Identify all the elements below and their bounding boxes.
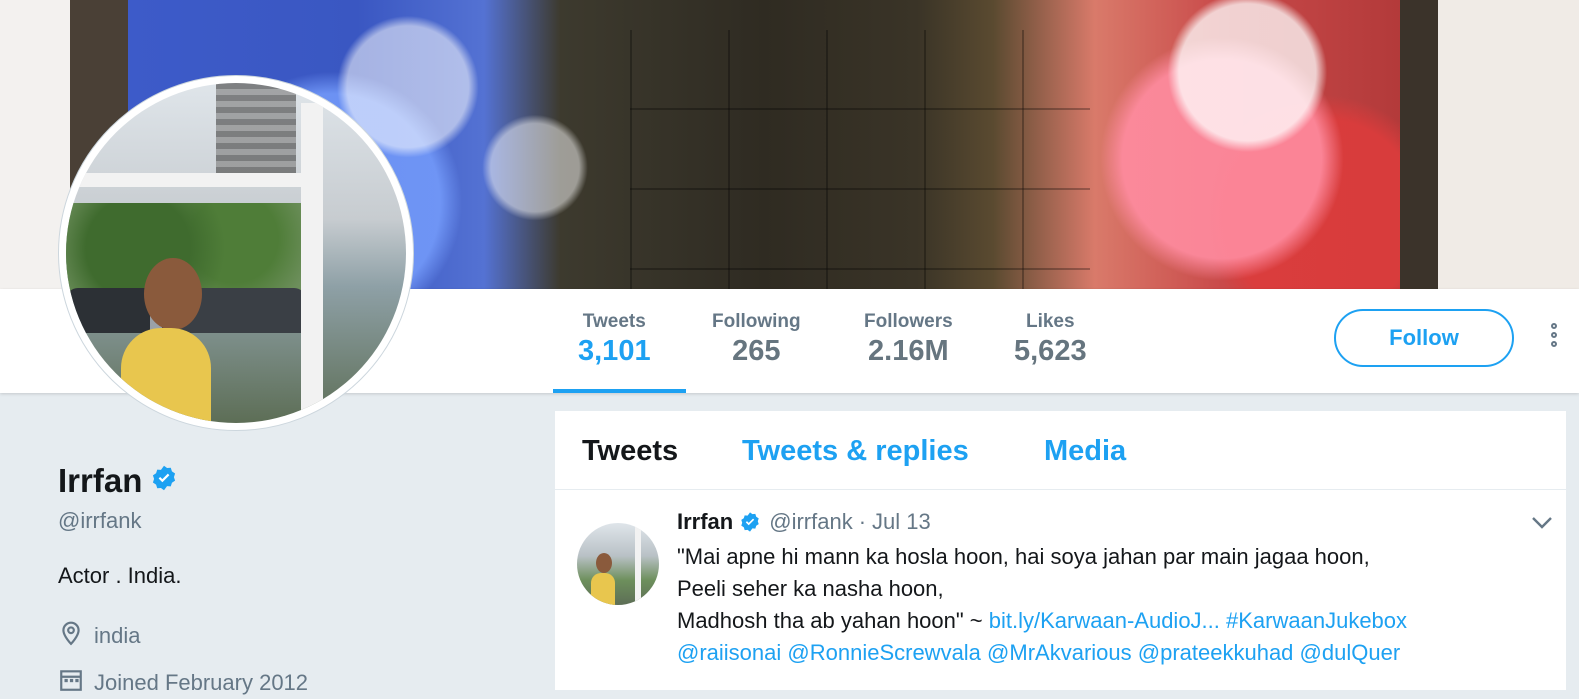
- stat-value: 3,101: [578, 335, 651, 367]
- more-options-icon[interactable]: [1546, 323, 1562, 363]
- stat-tweets[interactable]: Tweets 3,101: [578, 311, 651, 368]
- tweet-timestamp[interactable]: Jul 13: [872, 509, 931, 535]
- timeline-tabs: Tweets Tweets & replies Media: [555, 411, 1566, 490]
- tweet-avatar[interactable]: [577, 523, 659, 605]
- profile-location-row: india: [58, 620, 140, 652]
- tab-tweets[interactable]: Tweets: [582, 435, 678, 468]
- profile-name: Irrfan: [58, 462, 143, 499]
- tweet-mention[interactable]: @prateekkuhad: [1138, 640, 1294, 665]
- stat-label: Tweets: [582, 311, 646, 332]
- tweet-text-line: Madhosh tha ab yahan hoon" ~ bit.ly/Karw…: [677, 605, 1557, 637]
- tweet-separator: ·: [858, 509, 867, 534]
- stat-label: Followers: [864, 311, 953, 332]
- stat-value: 5,623: [1014, 335, 1087, 367]
- avatar-photo: [66, 83, 406, 423]
- tweet-hashtag[interactable]: #KarwaanJukebox: [1226, 608, 1407, 633]
- tweet-mention[interactable]: @dulQuer: [1300, 640, 1401, 665]
- chevron-down-icon[interactable]: [1531, 516, 1553, 535]
- profile-joined-row: Joined February 2012: [58, 667, 308, 699]
- tweet-author-handle[interactable]: @irrfank: [769, 509, 852, 535]
- tweet-text-fragment: Madhosh tha ab yahan hoon" ~: [677, 608, 989, 633]
- stat-value: 2.16M: [868, 335, 949, 367]
- stat-label: Likes: [1025, 311, 1075, 332]
- verified-badge-icon: [150, 462, 178, 500]
- location-pin-icon: [58, 620, 94, 652]
- tweet-link[interactable]: bit.ly/Karwaan-AudioJ...: [989, 608, 1220, 633]
- timeline: Tweets Tweets & replies Media Irrfan @ir…: [555, 411, 1566, 690]
- profile-location: india: [94, 623, 141, 648]
- profile-joined: Joined February 2012: [94, 670, 309, 695]
- follow-button[interactable]: Follow: [1334, 309, 1514, 367]
- tweet-mentions-line: @raiisonai @RonnieScrewvala @MrAkvarious…: [677, 637, 1557, 669]
- tweet-mention[interactable]: @raiisonai: [677, 640, 781, 665]
- tweet-mention[interactable]: @RonnieScrewvala: [787, 640, 981, 665]
- verified-badge-icon: [739, 511, 761, 533]
- profile-name-row: Irrfan: [58, 462, 178, 500]
- tweet-author-name[interactable]: Irrfan: [677, 509, 733, 535]
- calendar-icon: [58, 667, 94, 699]
- stat-following[interactable]: Following 265: [712, 311, 801, 368]
- profile-handle[interactable]: @irrfank: [58, 508, 141, 534]
- stat-label: Following: [712, 311, 801, 332]
- tweet-header: Irrfan @irrfank · Jul 13: [677, 509, 931, 535]
- active-stat-indicator: [553, 389, 686, 393]
- profile-avatar[interactable]: [58, 75, 414, 431]
- tweet-mention[interactable]: @MrAkvarious: [987, 640, 1132, 665]
- stat-likes[interactable]: Likes 5,623: [1014, 311, 1087, 368]
- tweet-item[interactable]: Irrfan @irrfank · Jul 13 "Mai apne hi ma…: [555, 490, 1566, 690]
- tweet-text-line: Peeli seher ka nasha hoon,: [677, 576, 944, 601]
- tab-media[interactable]: Media: [1044, 435, 1126, 468]
- stat-followers[interactable]: Followers 2.16M: [864, 311, 953, 368]
- tab-tweets-and-replies[interactable]: Tweets & replies: [742, 435, 969, 468]
- stat-value: 265: [732, 335, 781, 367]
- tweet-text: "Mai apne hi mann ka hosla hoon, hai soy…: [677, 541, 1557, 669]
- tweet-text-line: "Mai apne hi mann ka hosla hoon, hai soy…: [677, 544, 1370, 569]
- profile-bio: Actor . India.: [58, 563, 182, 588]
